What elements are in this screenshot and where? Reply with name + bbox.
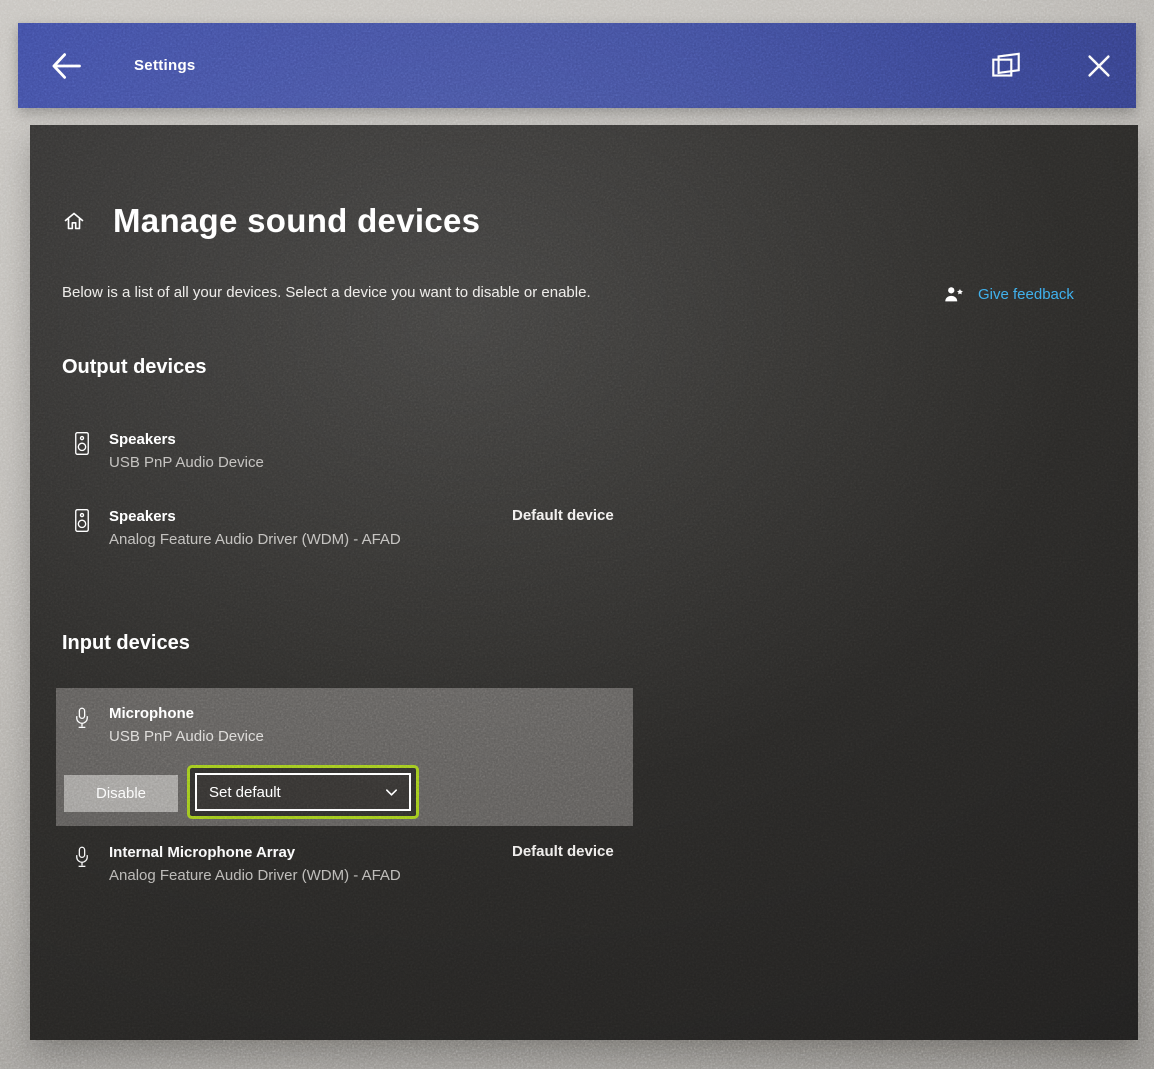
device-status: Default device <box>512 843 614 860</box>
home-icon <box>62 209 86 233</box>
device-name: Microphone <box>109 702 264 725</box>
speaker-icon <box>70 430 94 457</box>
window-stack-icon <box>988 50 1024 82</box>
device-row-speakers-analog[interactable]: Speakers Analog Feature Audio Driver (WD… <box>70 505 1090 551</box>
device-name: Speakers <box>109 428 264 451</box>
device-actions: Disable Set default <box>64 765 419 819</box>
device-detail: Analog Feature Audio Driver (WDM) - AFAD <box>109 864 401 887</box>
device-row-speakers-usb[interactable]: Speakers USB PnP Audio Device <box>70 428 1090 474</box>
back-arrow-icon <box>49 49 83 83</box>
device-row-microphone-usb[interactable]: Microphone USB PnP Audio Device <box>70 702 264 748</box>
back-button[interactable] <box>46 46 86 86</box>
disable-button[interactable]: Disable <box>64 775 178 812</box>
close-button[interactable] <box>1084 51 1114 81</box>
selected-device-card[interactable]: Microphone USB PnP Audio Device Disable … <box>56 688 633 826</box>
device-name: Internal Microphone Array <box>109 841 401 864</box>
screen: Settings <box>0 0 1154 1069</box>
output-devices-heading: Output devices <box>62 356 206 379</box>
set-default-highlight: Set default <box>187 765 419 819</box>
device-detail: USB PnP Audio Device <box>109 725 264 748</box>
microphone-icon <box>70 843 94 871</box>
give-feedback-link[interactable]: Give feedback <box>942 283 1074 305</box>
speaker-icon <box>70 507 94 534</box>
device-text: Microphone USB PnP Audio Device <box>109 702 264 748</box>
titlebar: Settings <box>18 23 1136 108</box>
page-header: Manage sound devices <box>62 199 480 243</box>
device-text: Internal Microphone Array Analog Feature… <box>109 841 401 887</box>
input-devices-heading: Input devices <box>62 632 190 655</box>
window-adjust-button[interactable] <box>988 50 1024 82</box>
device-text: Speakers Analog Feature Audio Driver (WD… <box>109 505 401 551</box>
titlebar-title: Settings <box>134 57 196 74</box>
device-detail: Analog Feature Audio Driver (WDM) - AFAD <box>109 528 401 551</box>
microphone-icon <box>70 704 94 732</box>
device-name: Speakers <box>109 505 401 528</box>
close-icon <box>1084 51 1114 81</box>
page-title: Manage sound devices <box>113 199 480 243</box>
dropdown-selected-label: Set default <box>209 784 281 801</box>
page-description: Below is a list of all your devices. Sel… <box>62 281 627 305</box>
device-status: Default device <box>512 507 614 524</box>
chevron-down-icon <box>384 785 399 800</box>
feedback-label: Give feedback <box>978 286 1074 303</box>
set-default-dropdown[interactable]: Set default <box>195 773 411 811</box>
settings-panel: Manage sound devices Below is a list of … <box>30 125 1138 1040</box>
titlebar-actions <box>988 50 1136 82</box>
device-text: Speakers USB PnP Audio Device <box>109 428 264 474</box>
device-detail: USB PnP Audio Device <box>109 451 264 474</box>
device-row-internal-mic[interactable]: Internal Microphone Array Analog Feature… <box>70 841 1090 887</box>
feedback-icon <box>942 283 966 305</box>
